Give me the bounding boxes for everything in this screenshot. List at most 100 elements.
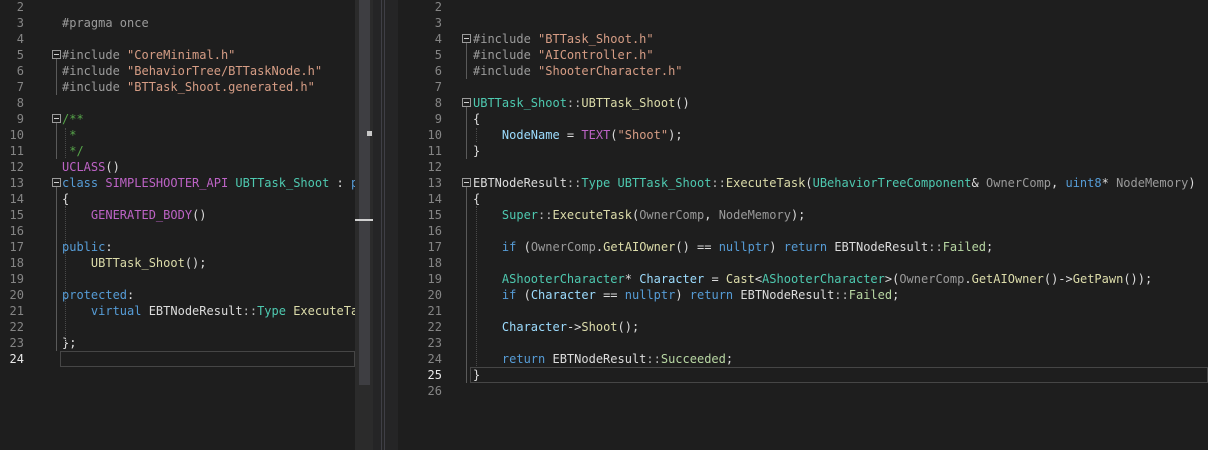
code-token: #include — [62, 48, 128, 62]
editor-splitter[interactable] — [373, 0, 398, 450]
line-number: 19 — [9, 272, 24, 286]
line-number: 25 — [427, 368, 442, 382]
code-line[interactable]: { — [473, 191, 480, 207]
code-line[interactable]: public: — [62, 239, 113, 255]
code-token: UBTTask_Shoot — [473, 96, 567, 110]
code-token: OwnerComp — [899, 272, 965, 286]
code-token: . — [595, 240, 604, 254]
line-number: 10 — [9, 128, 24, 142]
code-token: :: — [566, 176, 582, 190]
line-number: 4 — [434, 32, 442, 46]
line-number: 18 — [427, 256, 442, 270]
code-line[interactable]: #include "BTTask_Shoot.h" — [473, 31, 654, 47]
code-line[interactable]: #pragma once — [62, 15, 149, 31]
line-number: 14 — [9, 192, 24, 206]
code-token: { — [473, 192, 481, 206]
code-token: * — [1101, 176, 1117, 190]
line-number: 5 — [434, 48, 442, 62]
indent-guide — [476, 206, 477, 366]
line-number: 16 — [427, 224, 442, 238]
code-token: AShooterCharacter — [501, 272, 625, 286]
code-token: GENERATED_BODY — [90, 208, 193, 222]
code-line[interactable]: if (Character == nullptr) return EBTNode… — [473, 287, 899, 303]
fold-toggle-icon[interactable] — [52, 178, 61, 187]
code-token: Character — [501, 320, 567, 334]
line-number: 5 — [16, 48, 24, 62]
code-line[interactable]: AShooterCharacter* Character = Cast<ASho… — [473, 271, 1152, 287]
code-token: return — [501, 352, 553, 366]
code-line[interactable]: EBTNodeResult::Type UBTTask_Shoot::Execu… — [473, 175, 1196, 191]
code-token: (); — [184, 256, 207, 270]
code-area[interactable]: #pragma once #include "CoreMinimal.h" #inc… — [62, 0, 355, 450]
code-token: { — [62, 192, 70, 206]
code-token: Type — [581, 176, 618, 190]
code-token: nullptr — [718, 240, 770, 254]
line-number: 12 — [9, 160, 24, 174]
code-line[interactable]: virtual EBTNodeResult::Type ExecuteTas — [62, 303, 355, 319]
code-line[interactable]: UCLASS() — [62, 159, 120, 175]
line-number: 11 — [427, 144, 442, 158]
fold-toggle-icon[interactable] — [462, 34, 471, 43]
line-number: 8 — [434, 96, 442, 110]
code-line[interactable]: /** — [62, 111, 84, 127]
code-line[interactable]: { — [62, 191, 69, 207]
code-token: #include — [473, 48, 539, 62]
code-line[interactable]: Super::ExecuteTask(OwnerComp, NodeMemory… — [473, 207, 805, 223]
indent-guide — [65, 206, 66, 342]
code-line[interactable]: UBTTask_Shoot::UBTTask_Shoot() — [473, 95, 690, 111]
right-editor-pane[interactable]: 2 3 4 5 6 7 8 9 10 11 12 13 14 15 16 17 18 19 20 21 22 23 24 25… — [398, 0, 1208, 450]
line-number-gutter: 2 3 4 5 6 7 8 9 10 11 12 13 14 15 16 17 18 19 20 21 22 23 24 — [0, 0, 30, 450]
code-token: :: — [711, 176, 726, 190]
code-line[interactable]: NodeName = TEXT("Shoot"); — [473, 127, 683, 143]
fold-toggle-icon[interactable] — [462, 98, 471, 107]
code-token: if — [501, 288, 524, 302]
code-token: public — [62, 240, 106, 254]
line-number: 15 — [427, 208, 442, 222]
line-number: 3 — [16, 16, 24, 30]
code-token: () — [192, 208, 207, 222]
code-token: EBTNodeResult — [740, 288, 835, 302]
code-token: . — [964, 272, 972, 286]
code-line[interactable]: return EBTNodeResult::Succeeded; — [473, 351, 733, 367]
code-token: ) — [769, 240, 784, 254]
code-line[interactable]: UBTTask_Shoot(); — [62, 255, 207, 271]
code-token: UBehaviorTreeComponent — [812, 176, 972, 190]
code-line[interactable]: } — [473, 143, 480, 159]
code-line[interactable]: #include "ShooterCharacter.h" — [473, 63, 683, 79]
code-token: UBTTask_Shoot — [90, 256, 185, 270]
code-line[interactable]: #include "BehaviorTree/BTTaskNode.h" — [62, 63, 322, 79]
code-line[interactable]: #include "CoreMinimal.h" — [62, 47, 235, 63]
code-token: : — [127, 288, 135, 302]
code-token: "Shoot" — [617, 128, 669, 142]
code-token: "CoreMinimal.h" — [127, 48, 236, 62]
code-line[interactable]: #include "BTTask_Shoot.generated.h" — [62, 79, 315, 95]
code-token: = — [704, 272, 726, 286]
left-editor-pane[interactable]: 2 3 4 5 6 7 8 9 10 11 12 13 14 15 16 17 18 19 20 21 22 23 24 #… — [0, 0, 355, 450]
code-token: EBTNodeResult — [552, 352, 647, 366]
code-token: Character — [639, 272, 705, 286]
code-line[interactable]: Character->Shoot(); — [473, 319, 639, 335]
code-token: < — [754, 272, 763, 286]
code-line[interactable]: class SIMPLESHOOTER_API UBTTask_Shoot : … — [62, 175, 355, 191]
scrollbar-thumb[interactable] — [359, 0, 370, 385]
code-line[interactable]: #include "AIController.h" — [473, 47, 654, 63]
code-token: , — [1051, 176, 1066, 190]
fold-guide — [466, 187, 467, 383]
code-token: AShooterCharacter — [762, 272, 885, 286]
line-number: 12 — [427, 160, 442, 174]
code-token: ExecuteTas — [293, 304, 355, 318]
line-number: 9 — [434, 112, 442, 126]
fold-toggle-icon[interactable] — [52, 114, 61, 123]
fold-toggle-icon[interactable] — [462, 178, 471, 187]
code-token: :: — [646, 352, 661, 366]
code-line[interactable]: { — [473, 111, 480, 127]
code-line[interactable]: GENERATED_BODY() — [62, 207, 207, 223]
line-number: 20 — [9, 288, 24, 302]
fold-toggle-icon[interactable] — [52, 50, 61, 59]
code-line[interactable]: protected: — [62, 287, 134, 303]
line-number: 22 — [427, 320, 442, 334]
code-token: Succeeded — [660, 352, 726, 366]
code-line[interactable]: if (OwnerComp.GetAIOwner() == nullptr) r… — [473, 239, 993, 255]
